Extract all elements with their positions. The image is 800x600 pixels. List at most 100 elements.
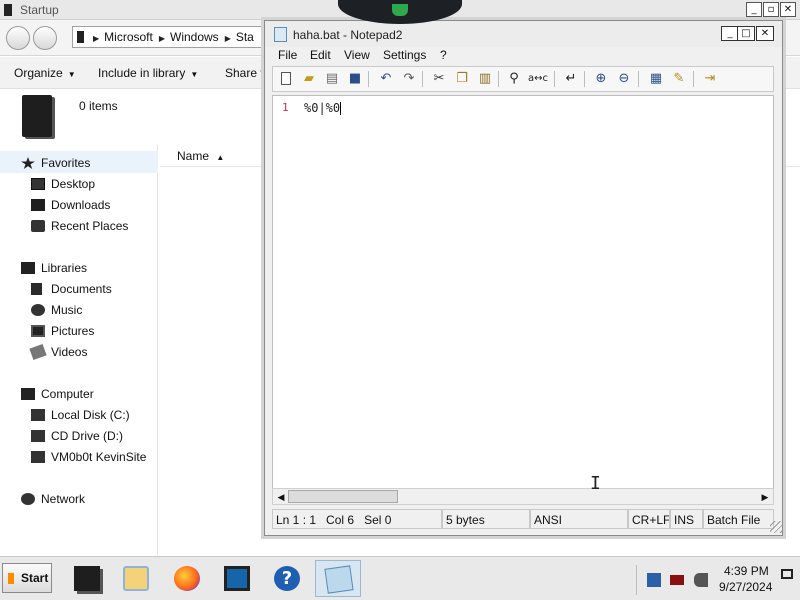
status-encoding[interactable]: ANSI xyxy=(530,509,628,529)
music-icon xyxy=(31,304,45,316)
zoom-in-icon[interactable]: ⊕ xyxy=(592,70,610,88)
customize-scheme-icon[interactable]: ✎ xyxy=(670,70,688,88)
notepad-icon xyxy=(324,565,354,594)
undo-icon[interactable]: ↶ xyxy=(377,70,395,88)
network-tray-icon[interactable] xyxy=(647,573,661,587)
cd-drive-icon xyxy=(31,430,45,442)
nav-label: Documents xyxy=(51,282,112,296)
media-player-icon xyxy=(123,566,149,591)
scroll-right-icon[interactable]: ▶ xyxy=(759,491,771,503)
taskbar: Start ? xyxy=(0,556,800,600)
explorer-maximize-button[interactable]: ▫ xyxy=(763,2,779,17)
volume-tray-icon[interactable] xyxy=(694,573,708,587)
nav-item-cd-drive[interactable]: CD Drive (D:) xyxy=(31,429,123,443)
scheme-icon[interactable]: ▦ xyxy=(647,70,665,88)
replace-icon[interactable]: a↔c xyxy=(528,70,548,88)
firefox-icon xyxy=(174,566,200,591)
toolbar-separator xyxy=(498,71,499,87)
notepad-close-button[interactable]: ✕ xyxy=(756,26,774,41)
nav-item-vm-site[interactable]: VM0b0t KevinSite xyxy=(31,450,146,464)
find-icon[interactable]: ⚲ xyxy=(505,70,523,88)
new-icon[interactable] xyxy=(277,70,295,88)
resize-grip[interactable] xyxy=(770,521,782,533)
notepad-app-icon xyxy=(274,27,287,42)
address-bar[interactable]: ▶ Microsoft ▶ Windows ▶ Sta xyxy=(72,26,272,48)
code-line[interactable]: %0|%0 xyxy=(304,101,342,115)
folder-icon xyxy=(77,31,84,43)
status-line-ending[interactable]: CR+LF xyxy=(628,509,670,529)
start-button[interactable]: Start xyxy=(2,563,52,593)
status-bar: Ln 1 : 1 Col 6 Sel 0 5 bytes ANSI CR+LF … xyxy=(272,509,774,531)
zoom-out-icon[interactable]: ⊖ xyxy=(615,70,633,88)
menu-edit[interactable]: Edit xyxy=(310,48,331,62)
desktop-icon xyxy=(31,178,45,190)
scrollbar-thumb[interactable] xyxy=(288,490,398,503)
nav-item-desktop[interactable]: Desktop xyxy=(31,177,95,191)
status-scheme[interactable]: Batch File xyxy=(703,509,774,529)
exit-icon[interactable]: ⇥ xyxy=(701,70,719,88)
menu-file[interactable]: File xyxy=(278,48,297,62)
battery-tray-icon[interactable] xyxy=(670,575,684,585)
nav-item-favorites[interactable]: Favorites xyxy=(21,156,90,170)
paste-icon[interactable]: ▥ xyxy=(476,70,494,88)
nav-label: Network xyxy=(41,492,86,506)
explorer-close-button[interactable]: ✕ xyxy=(780,2,796,17)
horizontal-scrollbar[interactable]: ◀ ▶ xyxy=(272,488,774,505)
notification-tray-icon[interactable] xyxy=(781,569,793,579)
network-icon xyxy=(21,493,35,505)
connection-indicator-icon xyxy=(392,4,408,16)
nav-item-downloads[interactable]: Downloads xyxy=(31,198,110,212)
redo-icon[interactable]: ↷ xyxy=(400,70,418,88)
taskbar-media-player-button[interactable] xyxy=(113,560,159,597)
recent-places-icon xyxy=(31,220,45,232)
browse-icon[interactable]: ▤ xyxy=(323,70,341,88)
cut-icon[interactable]: ✂ xyxy=(430,70,448,88)
share-menu[interactable]: Share v xyxy=(225,66,266,80)
documents-icon xyxy=(31,283,42,295)
menu-help[interactable]: ? xyxy=(440,48,447,62)
nav-item-recent-places[interactable]: Recent Places xyxy=(31,219,128,233)
breadcrumb-item[interactable]: Sta xyxy=(236,30,254,44)
status-insert-mode[interactable]: INS xyxy=(670,509,703,529)
nav-item-libraries[interactable]: Libraries xyxy=(21,261,87,275)
save-icon[interactable]: ■ xyxy=(346,70,364,88)
nav-label: Videos xyxy=(51,345,88,359)
explorer-title: Startup xyxy=(20,3,59,17)
status-line: Ln 1 : 1 xyxy=(276,513,317,527)
back-button[interactable] xyxy=(6,26,30,50)
chevron-right-icon: ▶ xyxy=(224,34,231,43)
taskbar-terminal-button[interactable] xyxy=(214,560,260,597)
nav-item-music[interactable]: Music xyxy=(31,303,82,317)
column-header-name[interactable]: Name ▲ xyxy=(177,149,224,163)
taskbar-firefox-button[interactable] xyxy=(164,560,210,597)
scroll-left-icon[interactable]: ◀ xyxy=(275,491,287,503)
wordwrap-icon[interactable]: ↵ xyxy=(562,70,580,88)
downloads-icon xyxy=(31,199,45,211)
nav-item-computer[interactable]: Computer xyxy=(21,387,94,401)
menu-view[interactable]: View xyxy=(344,48,370,62)
breadcrumb-item[interactable]: Microsoft xyxy=(104,30,153,44)
open-icon[interactable]: ▰ xyxy=(300,70,318,88)
status-column: Col 6 xyxy=(326,513,355,527)
help-icon: ? xyxy=(274,566,300,591)
nav-item-local-disk[interactable]: Local Disk (C:) xyxy=(31,408,130,422)
copy-icon[interactable]: ❐ xyxy=(453,70,471,88)
nav-item-documents[interactable]: Documents xyxy=(31,282,112,296)
notepad-titlebar[interactable]: haha.bat - Notepad2 _ □ ✕ xyxy=(265,21,782,47)
organize-menu[interactable]: Organize ▼ xyxy=(14,66,76,80)
notepad-maximize-button[interactable]: □ xyxy=(737,26,755,41)
taskbar-notepad2-button[interactable] xyxy=(315,560,361,597)
nav-item-network[interactable]: Network xyxy=(21,492,86,506)
breadcrumb-item[interactable]: Windows xyxy=(170,30,219,44)
nav-item-videos[interactable]: Videos xyxy=(29,343,88,361)
toolbar-separator xyxy=(693,71,694,87)
taskbar-explorer-button[interactable] xyxy=(64,560,110,597)
explorer-minimize-button[interactable]: _ xyxy=(746,2,762,17)
nav-item-pictures[interactable]: Pictures xyxy=(31,324,94,338)
forward-button[interactable] xyxy=(33,26,57,50)
include-library-menu[interactable]: Include in library ▼ xyxy=(98,66,198,80)
nav-label: Local Disk (C:) xyxy=(51,408,130,422)
text-editor[interactable]: 1 %0|%0 xyxy=(272,95,774,489)
taskbar-help-button[interactable]: ? xyxy=(264,560,310,597)
menu-settings[interactable]: Settings xyxy=(383,48,426,62)
